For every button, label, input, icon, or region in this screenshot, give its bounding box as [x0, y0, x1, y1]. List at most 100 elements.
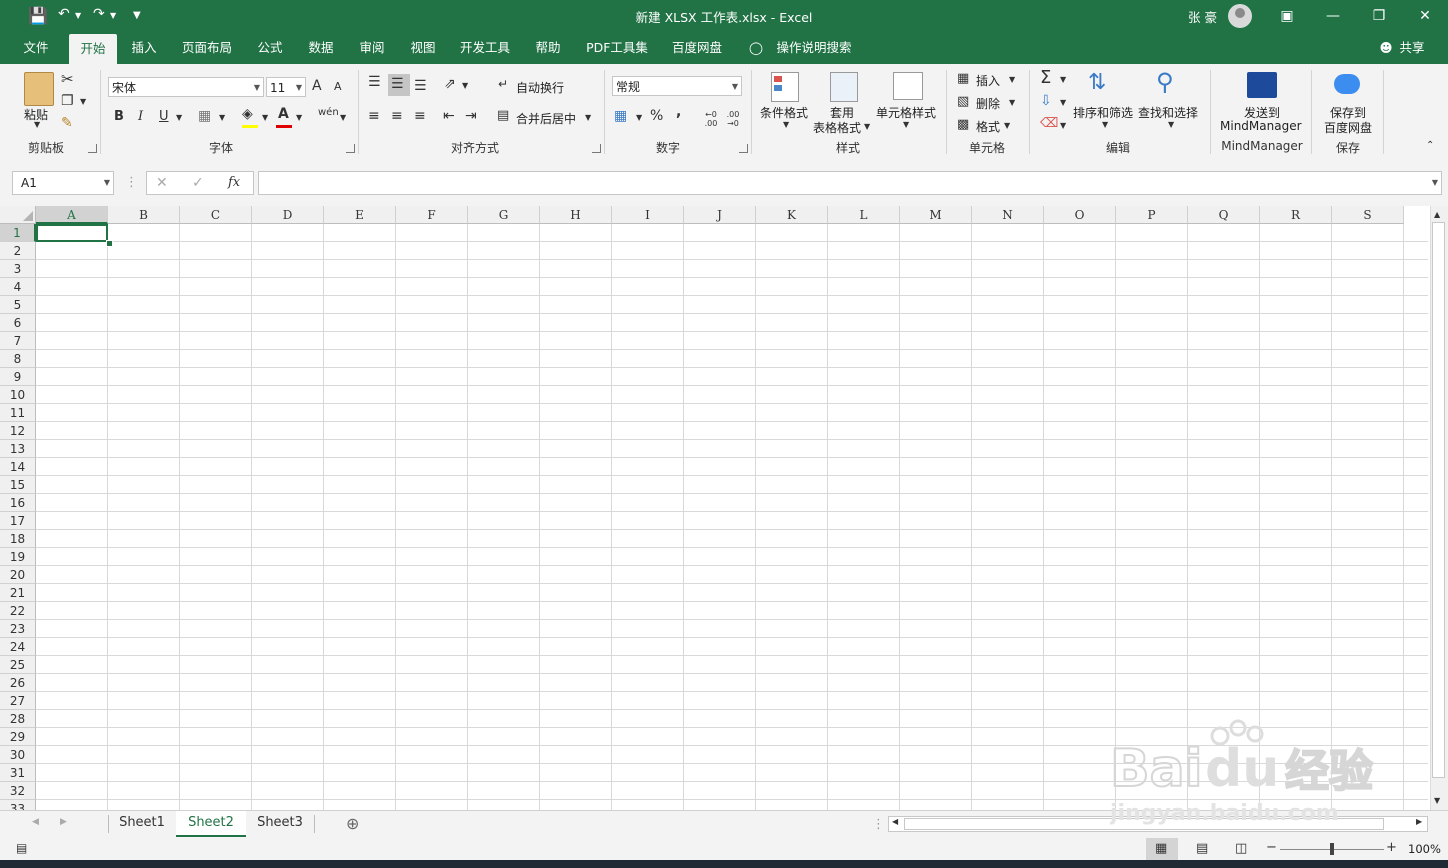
sheet-tab-sheet3[interactable]: Sheet3	[248, 811, 312, 837]
new-sheet-icon[interactable]: ⊕	[346, 814, 359, 833]
vertical-scroll-thumb[interactable]	[1432, 222, 1445, 778]
row-header[interactable]: 11	[0, 404, 36, 422]
underline-button[interactable]: U	[159, 109, 169, 124]
fill-dropdown-icon[interactable]: ▼	[1060, 98, 1066, 107]
row-header[interactable]: 29	[0, 728, 36, 746]
autosum-dropdown-icon[interactable]: ▼	[1060, 75, 1066, 84]
restore-icon[interactable]: ❐	[1356, 4, 1402, 28]
italic-button[interactable]: I	[138, 109, 143, 124]
cell-styles-icon[interactable]	[893, 72, 923, 100]
baidu-netdisk-icon[interactable]	[1334, 74, 1360, 94]
tab-help[interactable]: 帮助	[524, 32, 572, 64]
row-header[interactable]: 3	[0, 260, 36, 278]
scroll-down-icon[interactable]: ▼	[1434, 796, 1440, 805]
format-painter-icon[interactable]: ✎	[61, 115, 73, 131]
row-header[interactable]: 13	[0, 440, 36, 458]
decrease-decimal-button[interactable]: .00 →0	[722, 110, 744, 128]
sort-dropdown-icon[interactable]: ▼	[1102, 120, 1108, 129]
row-header[interactable]: 17	[0, 512, 36, 530]
column-header[interactable]: C	[180, 206, 252, 224]
macro-record-icon[interactable]: ▤	[16, 841, 27, 855]
increase-indent-icon[interactable]: ⇥	[465, 108, 477, 124]
row-header[interactable]: 23	[0, 620, 36, 638]
tab-formulas[interactable]: 公式	[246, 32, 294, 64]
cell-styles-dropdown-icon[interactable]: ▼	[903, 120, 909, 129]
row-header[interactable]: 7	[0, 332, 36, 350]
row-header[interactable]: 1	[0, 224, 36, 242]
format-as-table-label-2[interactable]: 表格格式	[813, 119, 861, 136]
orientation-dropdown-icon[interactable]: ▼	[462, 81, 468, 90]
row-header[interactable]: 10	[0, 386, 36, 404]
row-header[interactable]: 9	[0, 368, 36, 386]
zoom-level[interactable]: 100%	[1408, 842, 1441, 856]
tab-file[interactable]: 文件	[12, 32, 60, 64]
name-box[interactable]: A1 ▼	[12, 171, 114, 195]
column-header[interactable]: S	[1332, 206, 1404, 224]
tab-page-layout[interactable]: 页面布局	[174, 32, 240, 64]
tell-me-search[interactable]: 操作说明搜索	[770, 32, 858, 64]
tab-home[interactable]: 开始	[69, 34, 117, 64]
copy-icon[interactable]: ❐	[61, 93, 74, 109]
fill-color-dropdown-icon[interactable]: ▼	[262, 113, 268, 122]
enter-icon[interactable]: ✓	[192, 175, 204, 191]
search-icon[interactable]: ⚲	[1156, 68, 1174, 96]
conditional-formatting-icon[interactable]	[771, 72, 799, 102]
row-header[interactable]: 4	[0, 278, 36, 296]
font-size-select[interactable]: 11 ▼	[266, 77, 306, 97]
tab-baidu-netdisk[interactable]: 百度网盘	[664, 32, 730, 64]
column-header[interactable]: I	[612, 206, 684, 224]
clipboard-launcher-icon[interactable]	[88, 144, 97, 153]
column-header[interactable]: J	[684, 206, 756, 224]
zoom-in-icon[interactable]: +	[1386, 840, 1397, 855]
increase-decimal-button[interactable]: ←0 .00	[700, 110, 722, 128]
wrap-text-button[interactable]: 自动换行	[516, 79, 564, 96]
clear-icon[interactable]: ⌫	[1040, 116, 1058, 131]
collapse-ribbon-icon[interactable]: ⌃	[1426, 140, 1434, 151]
orientation-icon[interactable]: ⇗	[444, 76, 456, 92]
paste-icon[interactable]	[24, 72, 54, 106]
cut-icon[interactable]: ✂	[61, 70, 74, 88]
underline-dropdown-icon[interactable]: ▼	[176, 113, 182, 122]
zoom-out-icon[interactable]: −	[1266, 840, 1277, 855]
share-button[interactable]: 共享	[1396, 32, 1428, 64]
sheet-tab-sheet1[interactable]: Sheet1	[110, 811, 174, 837]
row-header[interactable]: 32	[0, 782, 36, 800]
format-dropdown-icon[interactable]: ▼	[1004, 121, 1010, 130]
minimize-icon[interactable]: —	[1310, 4, 1356, 28]
column-header[interactable]: H	[540, 206, 612, 224]
row-header[interactable]: 16	[0, 494, 36, 512]
autosum-icon[interactable]: Σ	[1040, 67, 1051, 88]
scroll-up-icon[interactable]: ▲	[1434, 210, 1440, 219]
row-header[interactable]: 2	[0, 242, 36, 260]
mindmanager-icon[interactable]	[1247, 72, 1277, 98]
column-header[interactable]: O	[1044, 206, 1116, 224]
find-select-button[interactable]: 查找和选择	[1138, 104, 1198, 121]
expand-formula-bar-icon[interactable]: ▼	[1432, 172, 1438, 194]
align-bottom-icon[interactable]: ☰	[414, 78, 427, 94]
increase-font-size-icon[interactable]: A	[312, 78, 322, 94]
fill-handle[interactable]	[106, 240, 113, 247]
font-name-select[interactable]: 宋体 ▼	[108, 77, 264, 97]
merge-dropdown-icon[interactable]: ▼	[585, 113, 591, 122]
share-icon[interactable]: ☻	[1378, 32, 1394, 64]
tab-view[interactable]: 视图	[399, 32, 447, 64]
row-header[interactable]: 27	[0, 692, 36, 710]
column-header[interactable]: G	[468, 206, 540, 224]
column-header[interactable]: E	[324, 206, 396, 224]
align-left-icon[interactable]: ≡	[368, 108, 380, 124]
merge-center-button[interactable]: 合并后居中	[516, 110, 576, 127]
insert-function-button[interactable]: fx	[228, 175, 240, 190]
tab-developer[interactable]: 开发工具	[452, 32, 518, 64]
format-as-table-icon[interactable]	[830, 72, 858, 102]
insert-dropdown-icon[interactable]: ▼	[1009, 75, 1015, 84]
sheet-tab-sheet2[interactable]: Sheet2	[176, 811, 246, 837]
column-header[interactable]: Q	[1188, 206, 1260, 224]
column-header[interactable]: R	[1260, 206, 1332, 224]
phonetic-guide-icon[interactable]: wén	[318, 107, 339, 118]
column-header[interactable]: B	[108, 206, 180, 224]
tab-insert[interactable]: 插入	[120, 32, 168, 64]
format-as-table-dropdown-icon[interactable]: ▼	[864, 122, 870, 131]
column-header[interactable]: K	[756, 206, 828, 224]
tab-pdf-tools[interactable]: PDF工具集	[580, 32, 654, 64]
row-header[interactable]: 28	[0, 710, 36, 728]
